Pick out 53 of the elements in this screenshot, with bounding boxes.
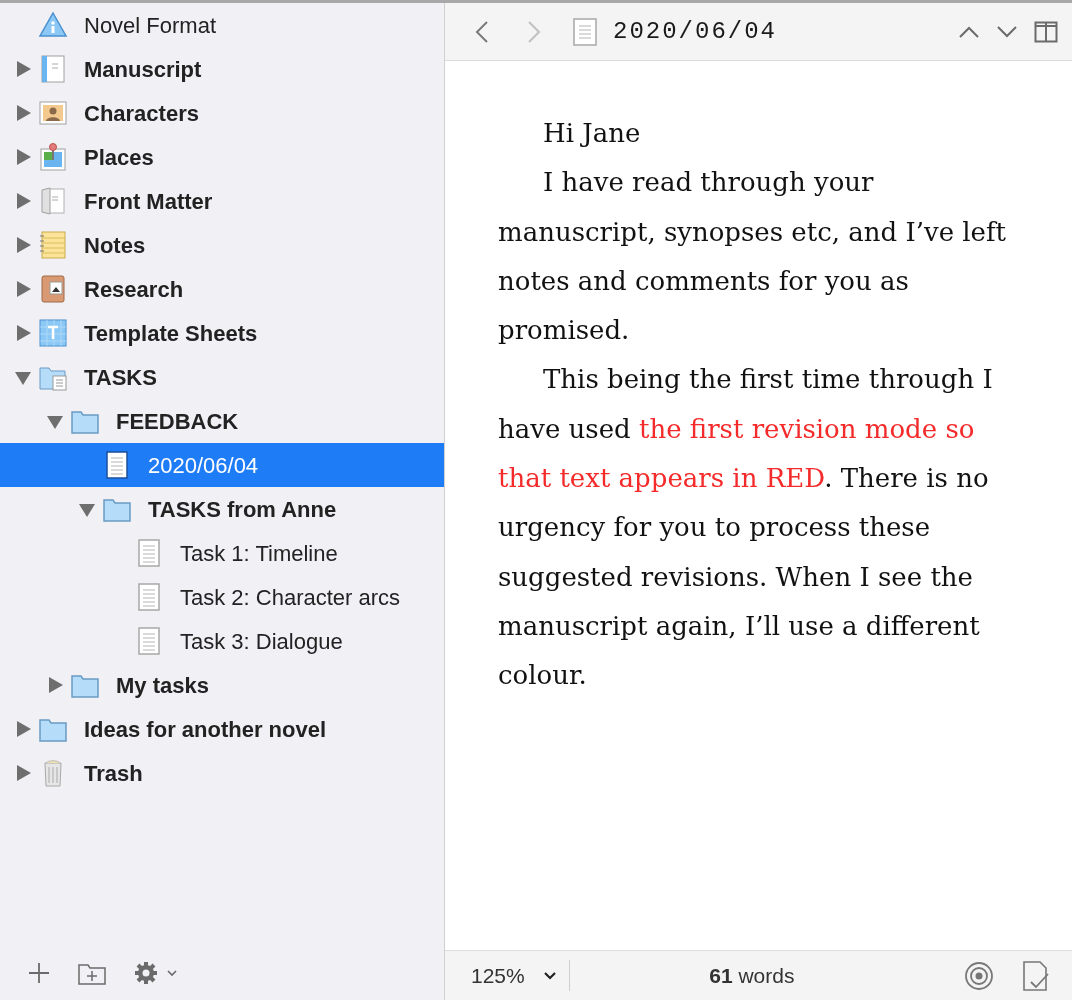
disclosure-triangle-icon[interactable]: [14, 236, 32, 254]
binder-item[interactable]: FEEDBACK: [116, 404, 239, 438]
disclosure-triangle-icon[interactable]: [14, 764, 32, 782]
disclosure-triangle-icon[interactable]: [14, 720, 32, 738]
binder-item[interactable]: TASKS from Anne: [148, 492, 337, 526]
binder-item[interactable]: Front Matter: [84, 184, 213, 218]
map-pin-icon: [38, 142, 68, 172]
person-card-icon: [38, 98, 68, 128]
binder-item[interactable]: TASKS: [84, 360, 157, 394]
template-icon: [38, 318, 68, 348]
document-check-icon[interactable]: [1022, 959, 1050, 992]
document-icon: [38, 186, 68, 216]
add-icon[interactable]: [28, 962, 50, 984]
down-icon[interactable]: [996, 24, 1018, 39]
book-icon: [38, 54, 68, 84]
document-icon: [573, 17, 597, 46]
disclosure-triangle-icon[interactable]: [14, 192, 32, 210]
binder-item[interactable]: 2020/06/04: [148, 448, 259, 482]
binder-item[interactable]: Task 1: Timeline: [180, 536, 338, 570]
target-icon[interactable]: [964, 960, 994, 991]
binder-item[interactable]: Manuscript: [84, 52, 202, 86]
binder-item[interactable]: Research: [84, 272, 184, 306]
body-paragraph: This being the first time through I have used the first revision mode so that text appears in RED. There is no urgency for you to process these suggested revisions. When I see the manuscript again, I’ll use a different colour.: [498, 363, 994, 693]
split-view-icon[interactable]: [1034, 20, 1058, 43]
disclosure-triangle-icon[interactable]: [14, 60, 32, 78]
zoom-dropdown[interactable]: 125%: [471, 959, 570, 992]
chevron-down-icon: [542, 970, 557, 981]
back-icon[interactable]: [475, 19, 489, 44]
disclosure-triangle-icon[interactable]: [46, 676, 64, 694]
disclosure-triangle-icon[interactable]: [14, 324, 32, 342]
notepad-icon: [38, 230, 68, 260]
binder-item[interactable]: Novel Format: [84, 8, 217, 42]
photo-book-icon: [38, 274, 68, 304]
disclosure-triangle-icon[interactable]: [14, 104, 32, 122]
disclosure-triangle-icon[interactable]: [14, 148, 32, 166]
binder-item[interactable]: Places: [84, 140, 154, 174]
settings-icon[interactable]: [134, 961, 180, 985]
up-icon[interactable]: [958, 24, 980, 39]
word-count: 61 words: [708, 962, 796, 989]
binder-item[interactable]: Task 2: Character arcs: [180, 580, 401, 614]
new-folder-icon[interactable]: [78, 961, 106, 985]
binder-item[interactable]: Task 3: Dialogue: [180, 624, 343, 658]
binder-item[interactable]: Trash: [84, 756, 143, 790]
info-icon: [38, 10, 68, 40]
binder-item[interactable]: Template Sheets: [84, 316, 258, 350]
disclosure-triangle-icon[interactable]: [14, 280, 32, 298]
binder-item[interactable]: Notes: [84, 228, 146, 262]
binder-item[interactable]: Characters: [84, 96, 199, 130]
binder-item[interactable]: Ideas for another novel: [84, 712, 327, 746]
body-paragraph: I have read through your manuscript, synopses etc, and I’ve left notes and comments for you as promised.: [498, 166, 1008, 348]
document-title: 2020/06/04: [613, 16, 778, 47]
binder-item[interactable]: My tasks: [116, 668, 209, 702]
body-paragraph: Hi Jane: [542, 117, 642, 150]
